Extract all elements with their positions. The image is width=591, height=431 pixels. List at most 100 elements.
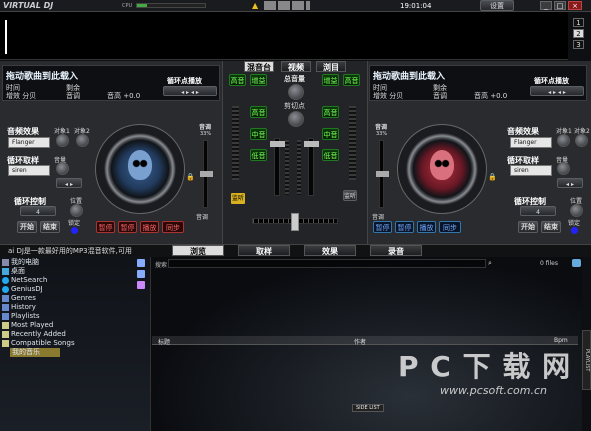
crossfader-point-knob[interactable] [288, 111, 304, 127]
tree-item-playlists[interactable]: Playlists [0, 312, 150, 321]
right-pitch-fader[interactable] [376, 140, 389, 208]
playlist-side-tab[interactable]: PLAYLIST [582, 330, 591, 390]
settings-button[interactable]: 设置 [480, 0, 514, 11]
left-loop-stepper[interactable]: 4 [20, 206, 56, 216]
tree-item-netsearch[interactable]: NetSearch [0, 276, 150, 285]
master-volume-knob[interactable] [288, 84, 304, 100]
tree-item-my-computer[interactable]: 我的电脑 [0, 258, 150, 267]
left-sync-button[interactable]: 同步 [162, 221, 184, 233]
left-eq-mid-button[interactable]: 中音 [250, 128, 267, 140]
left-effect-select[interactable]: Flanger [8, 137, 50, 148]
column-bpm[interactable]: Bpm [554, 337, 568, 344]
right-play-button[interactable]: 播放 [417, 221, 436, 233]
right-deck-lock-icon[interactable]: 🔒 [488, 173, 497, 181]
tab-record[interactable]: 录音 [370, 245, 422, 256]
right-channel-fader[interactable] [304, 138, 319, 196]
left-lock-toggle[interactable] [71, 227, 78, 234]
column-artist[interactable]: 作者 [354, 337, 366, 346]
right-channel-fader-handle[interactable] [304, 141, 319, 147]
skin-page-3-button[interactable]: 3 [573, 40, 584, 49]
right-start-button[interactable]: 开始 [518, 221, 538, 233]
left-sampler-play-button[interactable]: ◂ ▸ [56, 178, 82, 188]
left-hi-button[interactable]: 高音 [229, 74, 246, 86]
tree-item-my-music[interactable]: 我的音乐 [10, 348, 60, 357]
waveform-area[interactable] [0, 12, 568, 60]
right-loop-play-buttons[interactable]: ◂ ▸ ◂ ▸ [530, 86, 584, 96]
left-channel-fader[interactable] [270, 138, 285, 196]
side-list-toggle[interactable]: SIDE LIST [352, 404, 384, 412]
right-loop-stepper[interactable]: 4 [520, 206, 556, 216]
right-sampler-play-button[interactable]: ◂ ▸ [557, 178, 583, 188]
tree-item-most-played[interactable]: Most Played [0, 321, 150, 330]
left-channel-fader-handle[interactable] [270, 141, 285, 147]
right-pitch-label: 音调 [375, 124, 388, 131]
right-effect-knob-1[interactable] [557, 134, 570, 147]
layout-grid-icon[interactable] [264, 1, 310, 10]
view-options-icon[interactable] [572, 259, 581, 267]
tree-item-geniusdj[interactable]: GeniusDJ [0, 285, 150, 294]
crossfader-handle[interactable] [291, 213, 299, 231]
right-lock-toggle[interactable] [571, 227, 578, 234]
left-cue-button[interactable]: 监听 [231, 193, 245, 204]
left-volume-knob[interactable] [56, 162, 69, 175]
right-loop-play-label: 循环点播放 [534, 77, 569, 85]
left-start-button[interactable]: 开始 [17, 221, 37, 233]
right-effect-knob-2[interactable] [575, 134, 588, 147]
maximize-icon[interactable]: □ [554, 1, 566, 10]
list-icon [2, 339, 9, 347]
left-sampler-select[interactable]: siren [8, 165, 50, 176]
right-end-button[interactable]: 结束 [541, 221, 561, 233]
left-pause-button-2[interactable]: 暂停 [118, 221, 137, 233]
left-eq-high-button[interactable]: 高音 [250, 106, 267, 118]
right-pause-button-1[interactable]: 暂停 [373, 221, 392, 233]
warning-icon[interactable]: ▲ [252, 1, 258, 10]
tree-item-genres[interactable]: Genres [0, 294, 150, 303]
left-effect-knob-1[interactable] [56, 134, 69, 147]
tree-item-desktop[interactable]: 桌面 [0, 267, 150, 276]
tab-video[interactable]: 视频 [281, 61, 311, 72]
left-pos-knob[interactable] [70, 204, 83, 217]
left-gain-button[interactable]: 增益 [250, 74, 267, 86]
crossfader-track[interactable] [252, 213, 338, 231]
left-end-button[interactable]: 结束 [40, 221, 60, 233]
virtual-folder-icon[interactable] [137, 281, 145, 289]
right-pitch-handle[interactable] [376, 171, 389, 177]
right-cue-button[interactable]: 监听 [343, 190, 357, 201]
right-effect-select[interactable]: Flanger [510, 137, 552, 148]
tree-item-compatible-songs[interactable]: Compatible Songs [0, 339, 150, 348]
right-sampler-select[interactable]: siren [510, 165, 552, 176]
tab-sampler[interactable]: 取样 [238, 245, 290, 256]
left-effect-knob-2[interactable] [76, 134, 89, 147]
tree-item-history[interactable]: History [0, 303, 150, 312]
tab-effects[interactable]: 效果 [304, 245, 356, 256]
search-input[interactable] [168, 259, 486, 268]
tab-mixer[interactable]: 混音台 [244, 61, 274, 72]
left-play-button[interactable]: 播放 [140, 221, 159, 233]
minimize-icon[interactable]: _ [540, 1, 552, 10]
right-volume-knob[interactable] [557, 162, 570, 175]
right-gain-button[interactable]: 增益 [322, 74, 339, 86]
left-pause-button-1[interactable]: 暂停 [96, 221, 115, 233]
close-icon[interactable]: × [568, 1, 582, 10]
left-loop-play-buttons[interactable]: ◂ ▸ ◂ ▸ [163, 86, 217, 96]
skin-page-1-button[interactable]: 1 [573, 18, 584, 27]
right-pause-button-2[interactable]: 暂停 [395, 221, 414, 233]
tab-browse-mixer[interactable]: 浏目 [316, 61, 346, 72]
favorite-folder-icon[interactable] [137, 270, 145, 278]
left-pitch-handle[interactable] [200, 171, 213, 177]
right-eq-high-button[interactable]: 高音 [322, 106, 339, 118]
column-title[interactable]: 标题 [158, 337, 170, 346]
left-pitch-fader[interactable] [200, 140, 213, 208]
right-eq-mid-button[interactable]: 中音 [322, 128, 339, 140]
tree-item-recently-added[interactable]: Recently Added [0, 330, 150, 339]
right-sync-button[interactable]: 同步 [439, 221, 461, 233]
tab-browser[interactable]: 浏览 [172, 245, 224, 256]
left-deck-lock-icon[interactable]: 🔒 [186, 173, 195, 181]
right-hi-button[interactable]: 高音 [343, 74, 360, 86]
skin-page-2-button[interactable]: 2 [573, 29, 584, 38]
left-eq-low-button[interactable]: 低音 [250, 149, 267, 161]
right-pos-knob[interactable] [570, 204, 583, 217]
add-folder-icon[interactable] [137, 259, 145, 267]
right-eq-low-button[interactable]: 低音 [322, 149, 339, 161]
search-icon[interactable]: ⌕ [488, 259, 492, 268]
